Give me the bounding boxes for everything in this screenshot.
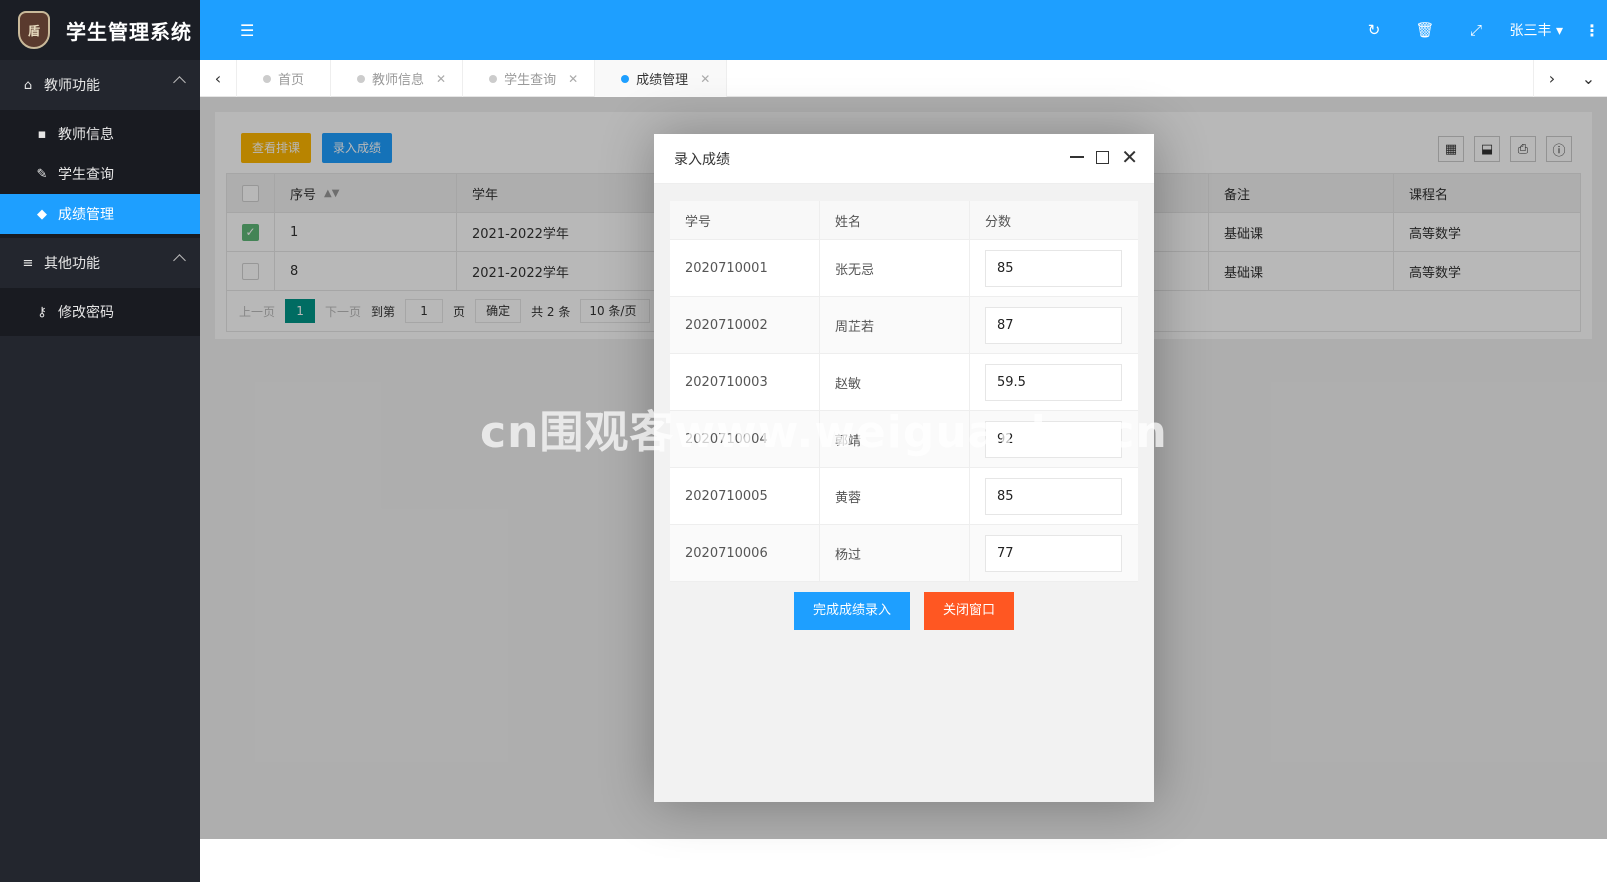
header-student-id: 学号	[670, 201, 820, 239]
score-input[interactable]: 77	[985, 534, 1122, 572]
username: 张三丰	[1509, 23, 1552, 39]
cell-student-id: 2020710005	[670, 468, 820, 524]
key-icon: ⚷	[37, 304, 47, 320]
sidebar-item-label: 学生查询	[58, 167, 114, 183]
page-tabs: ‹ 首页 教师信息 ✕ 学生查询 ✕ 成绩管理 ✕ › ⌄	[200, 60, 1607, 97]
tab-student-query[interactable]: 学生查询 ✕	[463, 60, 596, 97]
tab-scroll-left-icon[interactable]: ‹	[200, 60, 237, 97]
chevron-up-icon	[173, 254, 186, 267]
cell-name: 黄蓉	[820, 468, 970, 524]
score-input[interactable]: 85	[985, 477, 1122, 515]
cell-name: 周芷若	[820, 297, 970, 353]
tab-dot	[489, 74, 498, 83]
close-window-button[interactable]: 关闭窗口	[924, 592, 1015, 630]
cell-name: 张无忌	[820, 240, 970, 296]
sidebar-item-change-password[interactable]: ⚷ 修改密码	[0, 292, 200, 332]
close-icon[interactable]: ✕	[568, 72, 578, 86]
enter-grades-dialog: 录入成绩 ✕ 学号 姓名 分数 2020710001 张无忌 85 202071…	[654, 134, 1154, 802]
tab-grade-management[interactable]: 成绩管理 ✕	[595, 60, 728, 97]
score-input[interactable]: 59.5	[985, 363, 1122, 401]
tab-teacher-info[interactable]: 教师信息 ✕	[331, 60, 464, 97]
nav-group-label: 教师功能	[44, 78, 100, 94]
cell-name: 杨过	[820, 525, 970, 581]
trash-icon[interactable]: 🗑	[1400, 21, 1451, 39]
cell-student-id: 2020710006	[670, 525, 820, 581]
sidebar-item-grade-management[interactable]: ◆ 成绩管理	[0, 194, 200, 234]
nav-sub-teacher: ▪ 教师信息 ✎ 学生查询 ◆ 成绩管理	[0, 110, 200, 238]
cell-score: 85	[970, 468, 1138, 524]
home-icon: ⌂	[23, 77, 33, 93]
tab-label: 学生查询	[504, 73, 557, 88]
sidebar-item-label: 修改密码	[58, 305, 114, 321]
app-title: 学生管理系统	[66, 19, 192, 44]
tab-dot	[263, 74, 271, 83]
tab-dot	[357, 74, 366, 83]
close-icon[interactable]: ✕	[436, 72, 446, 86]
list-icon: ≡	[22, 255, 34, 271]
grade-entry-table: 学号 姓名 分数 2020710001 张无忌 85 2020710002 周芷…	[670, 201, 1138, 582]
tab-dropdown-icon[interactable]: ⌄	[1570, 60, 1607, 97]
tab-dot	[621, 74, 630, 83]
dialog-title: 录入成绩	[674, 151, 730, 168]
maximize-icon[interactable]	[1096, 150, 1110, 164]
cell-student-id: 2020710001	[670, 240, 820, 296]
table-row: 2020710002 周芷若 87	[670, 297, 1138, 354]
dialog-actions: 完成成绩录入 关闭窗口	[654, 592, 1154, 630]
tab-home[interactable]: 首页	[237, 60, 332, 97]
submit-grades-button[interactable]: 完成成绩录入	[793, 592, 910, 630]
graduation-cap-icon: ◆	[37, 206, 47, 222]
close-icon[interactable]: ✕	[700, 72, 710, 86]
fullscreen-icon[interactable]: ⤢	[1451, 21, 1502, 39]
table-row: 2020710001 张无忌 85	[670, 240, 1138, 297]
user-menu[interactable]: 张三丰 ▾	[1510, 20, 1563, 40]
menu-toggle-icon[interactable]: ☰	[240, 21, 254, 40]
nav-sub-other: ⚷ 修改密码	[0, 288, 200, 336]
tab-label: 成绩管理	[636, 73, 689, 88]
pencil-icon: ✎	[36, 166, 48, 182]
logo: 盾 学生管理系统	[0, 0, 200, 60]
score-input[interactable]: 87	[985, 306, 1122, 344]
cell-student-id: 2020710002	[670, 297, 820, 353]
score-input[interactable]: 85	[985, 249, 1122, 287]
cell-score: 85	[970, 240, 1138, 296]
briefcase-icon: ▪	[37, 126, 47, 142]
chevron-up-icon	[173, 76, 186, 89]
tab-label: 教师信息	[372, 73, 425, 88]
school-emblem-icon: 盾	[18, 11, 50, 49]
table-row: 2020710006 杨过 77	[670, 525, 1138, 582]
header-actions: ↻ 🗑 ⤢ 张三丰 ▾ ⋮	[1349, 0, 1607, 60]
header-name: 姓名	[820, 201, 970, 239]
more-vertical-icon[interactable]: ⋮	[1577, 21, 1607, 40]
close-icon[interactable]: ✕	[1121, 147, 1138, 167]
dialog-header: 录入成绩 ✕	[654, 134, 1154, 184]
table-row: 2020710005 黄蓉 85	[670, 468, 1138, 525]
table-header: 学号 姓名 分数	[670, 201, 1138, 240]
nav-group-other[interactable]: ≡ 其他功能	[0, 238, 200, 288]
footer-area	[200, 839, 1607, 882]
sidebar-item-label: 成绩管理	[58, 207, 114, 223]
sidebar-item-teacher-info[interactable]: ▪ 教师信息	[0, 114, 200, 154]
header-score: 分数	[985, 214, 1012, 230]
watermark: cn围观客www.weiguanke.cn	[480, 407, 1168, 458]
nav-group-label: 其他功能	[44, 256, 100, 272]
sidebar-item-label: 教师信息	[58, 127, 114, 143]
refresh-icon[interactable]: ↻	[1349, 21, 1400, 39]
sidebar-item-student-query[interactable]: ✎ 学生查询	[0, 154, 200, 194]
cell-score: 87	[970, 297, 1138, 353]
top-header: ☰ ↻ 🗑 ⤢ 张三丰 ▾ ⋮	[200, 0, 1607, 60]
minimize-icon[interactable]	[1070, 156, 1085, 158]
dialog-controls: ✕	[1070, 147, 1138, 167]
sidebar: 盾 学生管理系统 ⌂ 教师功能 ▪ 教师信息 ✎ 学生查询 ◆ 成绩管理 ≡ 其…	[0, 0, 200, 882]
tab-label: 首页	[278, 73, 305, 88]
tabs-spacer	[727, 60, 1533, 96]
tab-scroll-right-icon[interactable]: ›	[1533, 60, 1570, 97]
cell-score: 77	[970, 525, 1138, 581]
nav-group-teacher[interactable]: ⌂ 教师功能	[0, 60, 200, 110]
